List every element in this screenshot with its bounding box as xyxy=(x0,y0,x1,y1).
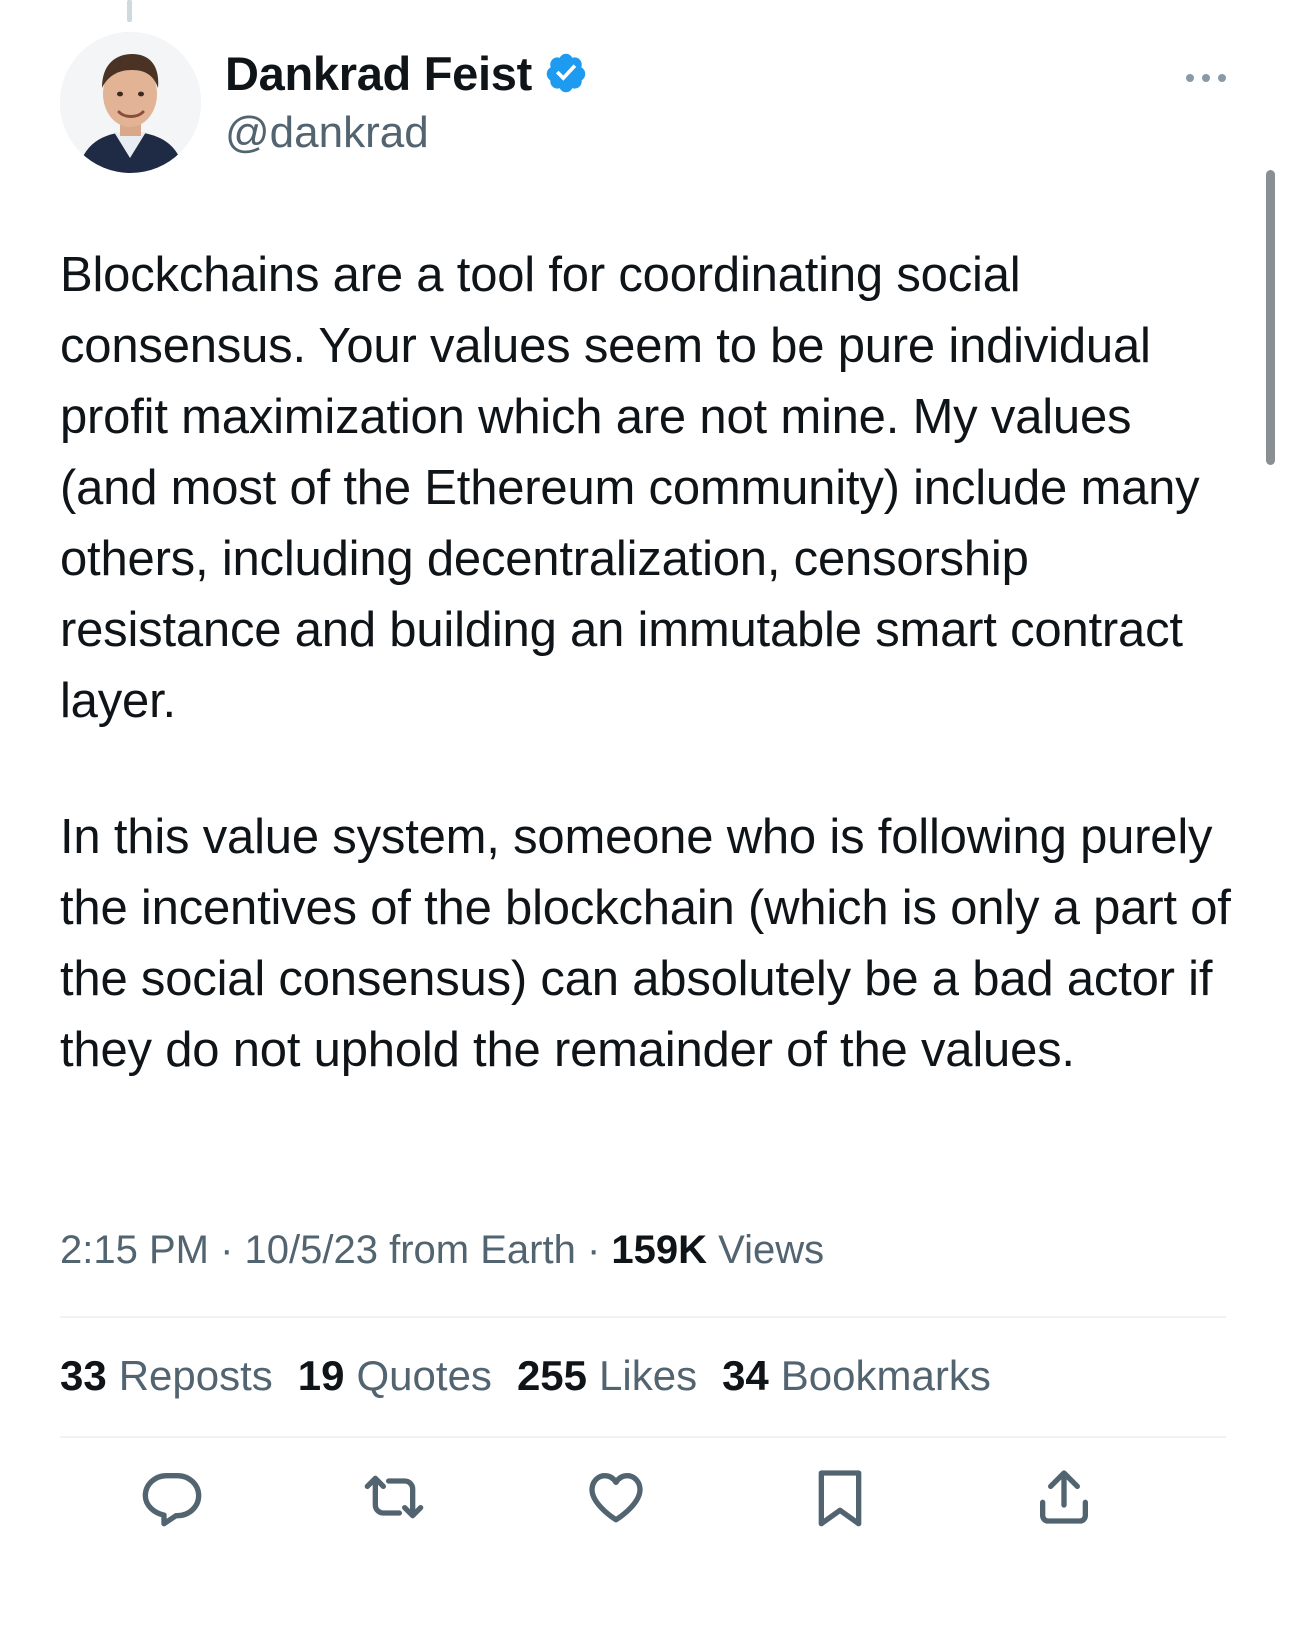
quotes-stat[interactable]: 19 Quotes xyxy=(298,1352,492,1400)
author-handle[interactable]: @dankrad xyxy=(225,108,588,158)
meta-separator: · xyxy=(208,1228,245,1272)
author-info: Dankrad Feist @dankrad xyxy=(225,44,588,158)
reposts-label: Reposts xyxy=(118,1352,273,1399)
tweet-date[interactable]: 10/5/23 xyxy=(245,1228,378,1272)
avatar[interactable] xyxy=(60,32,201,173)
author-name-row: Dankrad Feist xyxy=(225,44,588,102)
divider xyxy=(60,1436,1226,1438)
likes-label: Likes xyxy=(599,1352,698,1399)
author-display-name[interactable]: Dankrad Feist xyxy=(225,46,532,101)
verified-badge-icon[interactable] xyxy=(544,51,588,95)
profile-photo-icon xyxy=(60,32,201,173)
tweet-header: Dankrad Feist @dankrad xyxy=(60,32,1230,177)
quotes-count: 19 xyxy=(297,1352,345,1399)
bookmarks-stat[interactable]: 34 Bookmarks xyxy=(722,1352,991,1400)
likes-stat[interactable]: 255 Likes xyxy=(517,1352,697,1400)
reply-icon[interactable] xyxy=(140,1465,204,1529)
quotes-label: Quotes xyxy=(356,1352,492,1399)
tweet-time[interactable]: 2:15 PM xyxy=(60,1228,209,1272)
reposts-count: 33 xyxy=(60,1352,107,1399)
more-options-icon[interactable] xyxy=(1182,68,1230,88)
views-label: Views xyxy=(707,1228,825,1272)
tweet-metadata: 2:15 PM · 10/5/23 from Earth · 159K View… xyxy=(60,1228,824,1273)
action-bar xyxy=(60,1465,1226,1545)
tweet-text-paragraph-2: In this value system, someone who is fol… xyxy=(60,810,1231,1077)
repost-icon[interactable] xyxy=(362,1465,426,1529)
likes-count: 255 xyxy=(516,1352,588,1399)
divider xyxy=(60,1316,1226,1318)
bookmarks-count: 34 xyxy=(722,1352,769,1399)
meta-separator: · xyxy=(575,1228,612,1272)
reposts-stat[interactable]: 33 Reposts xyxy=(60,1352,273,1400)
thread-connector-line xyxy=(127,0,132,22)
share-icon[interactable] xyxy=(1032,1465,1096,1529)
scrollbar[interactable] xyxy=(1266,170,1275,465)
bookmark-icon[interactable] xyxy=(808,1465,872,1529)
tweet-text-paragraph-1: Blockchains are a tool for coordinating … xyxy=(60,248,1200,728)
like-icon[interactable] xyxy=(584,1465,648,1529)
views-count: 159K xyxy=(611,1228,707,1272)
bookmarks-label: Bookmarks xyxy=(780,1352,991,1399)
tweet-source: from Earth xyxy=(377,1228,576,1272)
engagement-stats: 33 Reposts 19 Quotes 255 Likes 34 Bookmarks xyxy=(60,1352,991,1400)
